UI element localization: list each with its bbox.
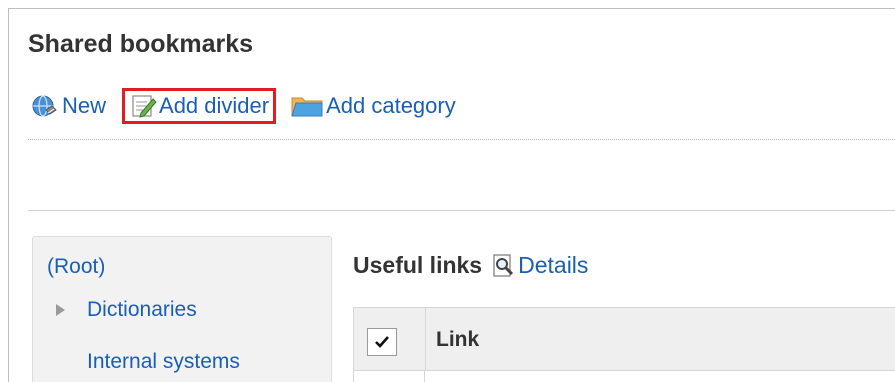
globe-link-icon (32, 95, 57, 117)
category-header: Useful links Details (353, 252, 588, 279)
tree-item-internal-systems[interactable]: Internal systems (87, 350, 240, 374)
select-all-checkbox[interactable] (367, 328, 397, 356)
bookmark-table-header: Link (353, 307, 895, 371)
add-category-label: Add category (326, 93, 456, 118)
column-header-link: Link (436, 328, 480, 351)
category-name: Useful links (353, 252, 483, 278)
magnifier-document-icon (493, 253, 514, 277)
new-button[interactable]: New (30, 93, 106, 119)
section-divider (28, 210, 895, 211)
page-title: Shared bookmarks (28, 30, 254, 58)
new-label: New (62, 93, 107, 118)
details-link[interactable]: Details (492, 252, 588, 279)
category-tree: (Root) Dictionaries Internal systems (32, 236, 332, 382)
expand-arrow-icon[interactable] (55, 303, 67, 317)
details-label: Details (518, 252, 589, 278)
edit-divider-icon (132, 95, 157, 118)
add-category-button[interactable]: Add category (290, 93, 456, 119)
folder-icon (291, 97, 323, 117)
table-row (353, 371, 895, 382)
add-divider-button[interactable]: Add divider (122, 88, 277, 124)
select-all-cell (354, 308, 426, 370)
toolbar: New Add divider Add category (30, 88, 456, 124)
tree-item-dictionaries[interactable]: Dictionaries (87, 298, 197, 322)
checkmark-icon (375, 336, 389, 348)
toolbar-separator (28, 139, 895, 140)
tree-root-link[interactable]: (Root) (47, 255, 105, 279)
add-divider-label: Add divider (159, 93, 270, 118)
